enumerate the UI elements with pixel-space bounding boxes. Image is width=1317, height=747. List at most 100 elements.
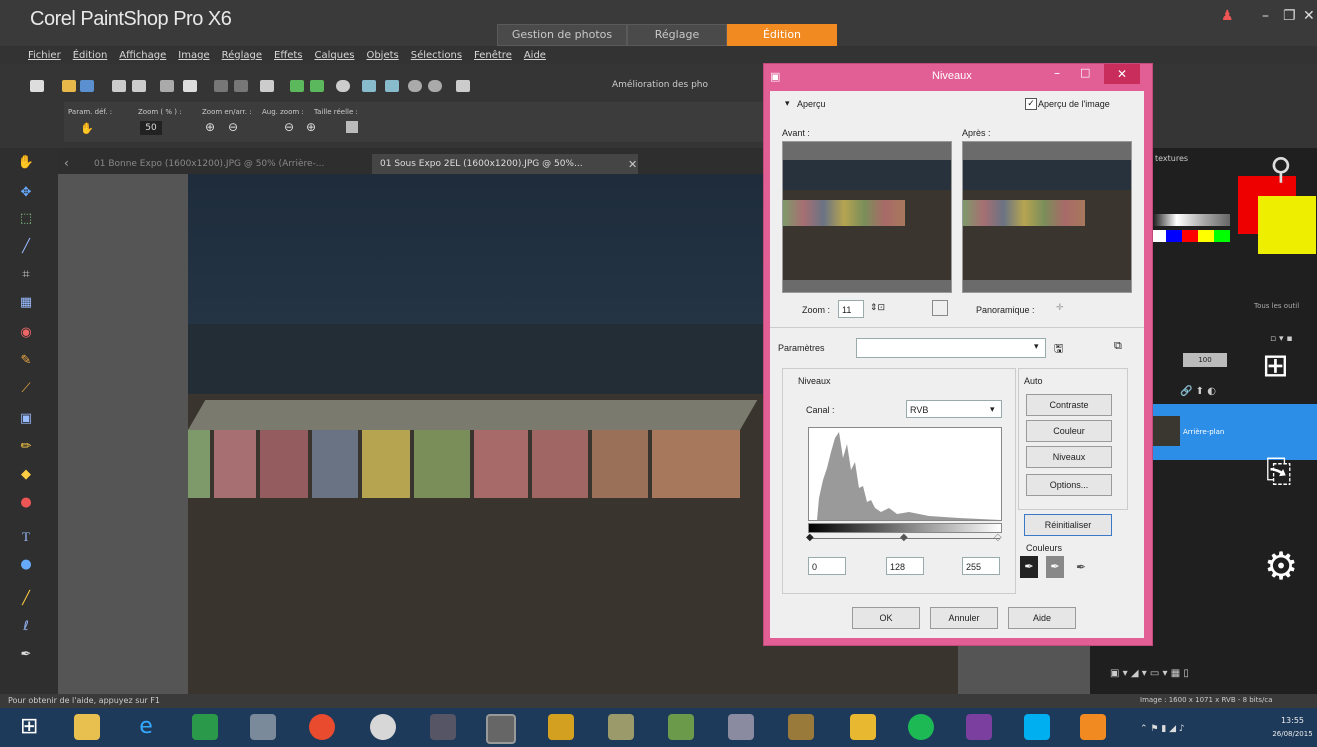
layer-tools-icon[interactable]: 🔗 ⬆ ◐ (1180, 386, 1216, 397)
sign-out-icon[interactable]: ⎘ (1266, 452, 1292, 491)
gray-eyedropper-icon[interactable]: ✒ (1046, 556, 1064, 578)
menu-adjust[interactable]: Réglage (222, 50, 262, 61)
webcam-icon[interactable] (430, 714, 456, 740)
channel-dropdown-icon[interactable]: ▾ (990, 404, 995, 415)
spotify-icon[interactable] (908, 714, 934, 740)
search-icon[interactable]: ⚲ (1270, 152, 1292, 187)
text-tool-icon[interactable]: T (16, 528, 36, 546)
zoom-field[interactable]: 11 (838, 300, 864, 318)
app-icon[interactable] (548, 714, 574, 740)
scratch-remover-icon[interactable]: ▣ (16, 410, 36, 428)
open-icon[interactable] (62, 80, 76, 92)
makeover-tool-icon[interactable]: ✎ (16, 352, 36, 370)
menu-effects[interactable]: Effets (274, 50, 303, 61)
doc-tab-1[interactable]: 01 Bonne Expo (1600x1200).JPG @ 50% (Arr… (86, 154, 368, 174)
move-tool-icon[interactable]: ✥ (16, 184, 36, 202)
warp-tool-icon[interactable]: ℓ (16, 618, 36, 636)
black-eyedropper-icon[interactable]: ✒ (1020, 556, 1038, 578)
clone-tool-icon[interactable]: ⟋ (16, 380, 36, 398)
zoom-out-icon[interactable] (428, 80, 442, 92)
menu-edit[interactable]: Édition (73, 50, 108, 61)
pan-cross-icon[interactable]: ✛ (1056, 302, 1064, 313)
doc-tab-close-icon[interactable]: ✕ (628, 158, 637, 171)
onenote-icon[interactable] (966, 714, 992, 740)
menu-selections[interactable]: Sélections (411, 50, 462, 61)
params-preset-select[interactable] (856, 338, 1046, 358)
restore-icon[interactable]: ❐ (1283, 8, 1296, 24)
chrome-icon[interactable] (309, 714, 335, 740)
dropdown-arrow-icon[interactable]: ▾ (1034, 341, 1039, 352)
zoom-out-small-icon[interactable]: ⊖ (228, 120, 238, 134)
zoom-spinner-icon[interactable]: ⇕⊡ (870, 302, 885, 313)
reset-button[interactable]: Réinitialiser (1024, 514, 1112, 536)
new-icon[interactable] (30, 80, 44, 92)
enhance-label[interactable]: Amélioration des pho (612, 80, 708, 90)
collapse-icon[interactable]: ▾ (785, 98, 790, 109)
crop-tool-icon[interactable]: ⌗ (16, 266, 36, 284)
save-as-icon[interactable] (132, 80, 146, 92)
app-icon[interactable] (250, 714, 276, 740)
pen-tool-icon[interactable]: ╱ (16, 590, 36, 608)
dialog-maximize-icon[interactable]: □ (1080, 66, 1090, 79)
dialog-minimize-icon[interactable]: – (1054, 66, 1060, 80)
white-eyedropper-icon[interactable]: ✒ (1072, 556, 1090, 578)
perspective-tool-icon[interactable]: ▦ (16, 294, 36, 312)
zoom-fit-icon[interactable] (932, 300, 948, 316)
color-palette[interactable] (1150, 230, 1230, 242)
app-icon[interactable] (668, 714, 694, 740)
skype-icon[interactable] (1024, 714, 1050, 740)
white-point-handle[interactable]: ◇ (994, 532, 1002, 543)
tab-edit[interactable]: Édition (727, 24, 837, 46)
straighten-tool-icon[interactable]: ╱ (16, 238, 36, 256)
eyedropper-tool-icon[interactable]: ✒ (16, 646, 36, 664)
clock-date[interactable]: 26/08/2015 (1268, 730, 1317, 738)
menu-help[interactable]: Aide (524, 50, 546, 61)
preview-section-label[interactable]: Aperçu (797, 99, 826, 109)
tab-scroll-left-icon[interactable]: ‹ (64, 156, 69, 170)
preset-options-icon[interactable]: ⧉ (1114, 340, 1122, 353)
system-tray-icons[interactable]: ⌃ ⚑ ▮ ◢ ♪ (1140, 724, 1185, 734)
zoom-percent-field[interactable]: 50 (140, 121, 162, 135)
auto-contrast-button[interactable]: Contraste (1026, 394, 1112, 416)
start-windows-icon[interactable]: ⊞ (20, 716, 38, 738)
rotate-right-icon[interactable] (310, 80, 324, 92)
calculator-icon[interactable] (192, 714, 218, 740)
zoom-in-icon[interactable] (408, 80, 422, 92)
app-icon[interactable] (728, 714, 754, 740)
pan-icon[interactable]: ✋ (80, 122, 94, 135)
zoom-less-icon[interactable]: ⊕ (306, 120, 316, 134)
swatches[interactable] (1150, 214, 1230, 226)
save-preset-icon[interactable]: 🖫 (1054, 340, 1063, 359)
before-preview[interactable] (782, 141, 952, 293)
layers-icon[interactable] (456, 80, 470, 92)
menu-layers[interactable]: Calques (315, 50, 355, 61)
black-point-handle[interactable]: ◆ (806, 532, 814, 543)
layer-name[interactable]: Arrière-plan (1183, 428, 1224, 436)
tab-photo-management[interactable]: Gestion de photos (497, 24, 627, 46)
app-icon[interactable] (850, 714, 876, 740)
background-color-swatch[interactable] (1258, 196, 1316, 254)
color-changer-icon[interactable]: ● (16, 494, 36, 512)
tab-adjust[interactable]: Réglage (627, 24, 727, 46)
camera-app-icon[interactable] (486, 714, 516, 744)
app-icon[interactable] (608, 714, 634, 740)
app-icon[interactable] (788, 714, 814, 740)
menu-window[interactable]: Fenêtre (474, 50, 512, 61)
zoom-more-icon[interactable]: ⊖ (284, 120, 294, 134)
dialog-close-button[interactable]: ✕ (1104, 64, 1140, 84)
redo-icon[interactable] (234, 80, 248, 92)
paint-brush-icon[interactable]: ✏ (16, 438, 36, 456)
minimize-icon[interactable]: – (1262, 8, 1269, 24)
selection-tool-icon[interactable]: ⬚ (16, 210, 36, 228)
options-button[interactable]: Options... (1026, 474, 1112, 496)
clock-time[interactable]: 13:55 (1270, 716, 1315, 725)
preview-checkbox-label[interactable]: Aperçu de l'image (1038, 99, 1110, 109)
auto-levels-button[interactable]: Niveaux (1026, 446, 1112, 468)
doc-tab-2[interactable]: 01 Sous Expo 2EL (1600x1200).JPG @ 50%..… (372, 154, 638, 174)
fit-window-icon[interactable] (362, 80, 376, 92)
windows-logo-icon[interactable]: ⊞ (1262, 346, 1289, 384)
fullscreen-icon[interactable] (385, 80, 399, 92)
paintshop-pro-taskbar-icon[interactable] (1080, 714, 1106, 740)
save-icon[interactable] (112, 80, 126, 92)
user-icon[interactable]: ♟ (1221, 8, 1235, 24)
